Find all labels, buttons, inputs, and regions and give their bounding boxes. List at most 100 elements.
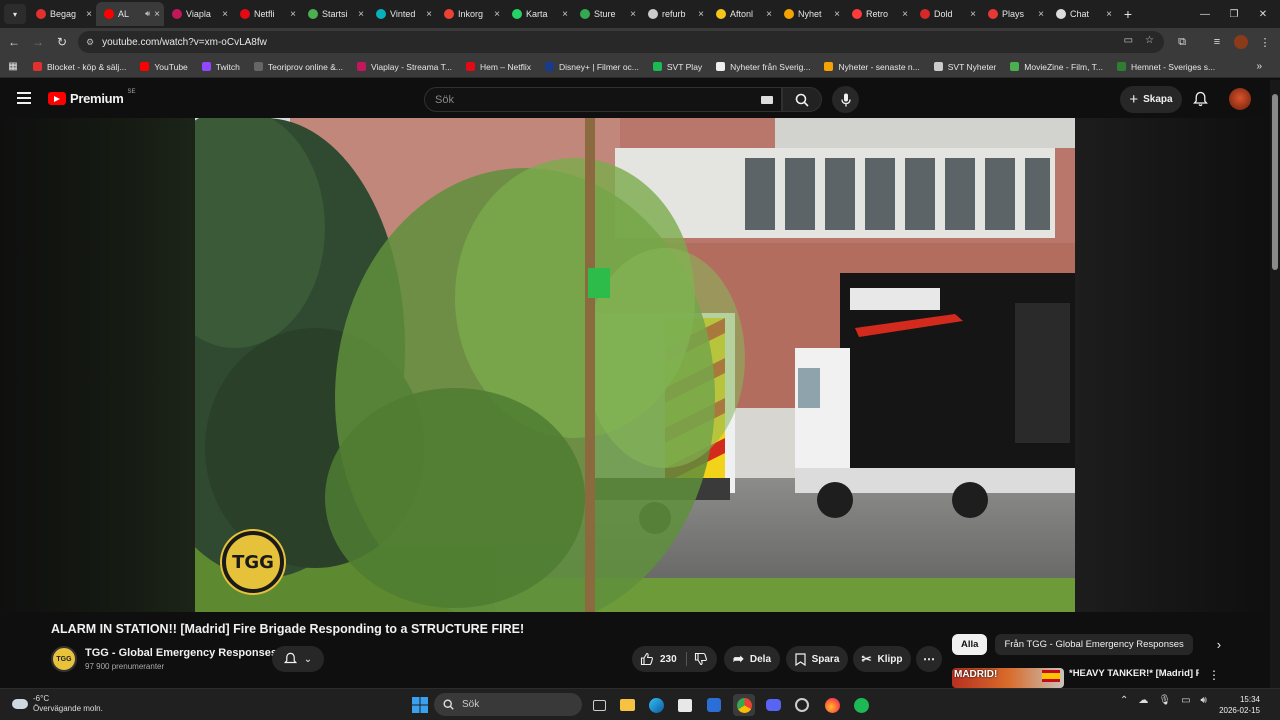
close-window-button[interactable]: ✕ — [1248, 0, 1278, 28]
steam-like-icon[interactable] — [791, 694, 813, 716]
dislike-button[interactable] — [694, 652, 708, 669]
browser-menu-icon[interactable]: ⋮ — [1253, 30, 1277, 54]
bookmark-item[interactable]: SVT Play — [646, 62, 709, 72]
browser-tab[interactable]: Viapla × — [164, 2, 232, 26]
close-tab-icon[interactable]: × — [290, 9, 296, 20]
apps-grid-icon[interactable]: ▦ — [0, 61, 26, 72]
bookmark-item[interactable]: YouTube — [133, 62, 194, 72]
cast-icon[interactable]: ▭ — [1124, 35, 1133, 46]
browser-tab[interactable]: Dold × — [912, 2, 980, 26]
chips-next-icon[interactable]: › — [1201, 634, 1221, 655]
close-tab-icon[interactable]: × — [222, 9, 228, 20]
browser-tab[interactable]: refurb × — [640, 2, 708, 26]
close-tab-icon[interactable]: × — [834, 9, 840, 20]
close-tab-icon[interactable]: × — [494, 9, 500, 20]
maximize-button[interactable]: ❐ — [1219, 0, 1249, 28]
tab-audio-icon[interactable]: 🔊︎ — [145, 9, 150, 19]
user-avatar[interactable] — [1229, 88, 1251, 110]
discord-icon[interactable] — [762, 694, 784, 716]
chip-all[interactable]: Alla — [952, 634, 988, 655]
spotify-icon[interactable] — [850, 694, 872, 716]
microphone-tray-icon[interactable]: 🎙︎ — [1158, 695, 1171, 706]
reload-button[interactable]: ↻ — [50, 30, 74, 54]
save-button[interactable]: Spara — [786, 646, 848, 672]
bookmark-item[interactable]: MovieZine - Film, T... — [1003, 62, 1110, 72]
browser-tab[interactable]: Sture × — [572, 2, 640, 26]
keyboard-icon[interactable] — [761, 96, 773, 104]
start-button[interactable] — [409, 694, 431, 716]
close-tab-icon[interactable]: × — [1038, 9, 1044, 20]
voice-search-button[interactable] — [832, 86, 859, 113]
share-button[interactable]: ➦ Dela — [724, 646, 780, 672]
bookmark-item[interactable]: Teoriprov online &... — [247, 62, 350, 72]
bookmark-item[interactable]: Hemnet - Sveriges s... — [1110, 62, 1222, 72]
network-icon[interactable]: ▭ — [1181, 695, 1190, 706]
recommended-video-title[interactable]: *HEAVY TANKER!* [Madrid] Firefighters Re… — [1069, 668, 1199, 679]
recommended-video-thumbnail[interactable]: MADRID! — [952, 668, 1064, 688]
app-icon[interactable] — [703, 694, 725, 716]
notifications-bell-icon[interactable] — [1193, 91, 1208, 112]
forward-button[interactable]: → — [26, 30, 50, 54]
bookmark-star-icon[interactable]: ☆ — [1145, 35, 1154, 46]
back-button[interactable]: ← — [2, 30, 26, 54]
bookmark-item[interactable]: Hem – Netflix — [459, 62, 538, 72]
channel-name[interactable]: TGG - Global Emergency Responses — [85, 647, 277, 659]
extensions-icon[interactable]: ⧉ — [1170, 30, 1194, 54]
browser-tab[interactable]: Chat × — [1048, 2, 1116, 26]
subscribed-notifications-button[interactable]: ⌄ — [272, 646, 324, 672]
page-scrollbar[interactable] — [1270, 80, 1280, 688]
close-tab-icon[interactable]: × — [86, 9, 92, 20]
edge-icon[interactable] — [645, 694, 667, 716]
store-icon[interactable] — [674, 694, 696, 716]
bookmark-item[interactable]: Twitch — [195, 62, 247, 72]
weather-widget[interactable]: -6°C Övervägande moln. — [12, 694, 103, 714]
close-tab-icon[interactable]: × — [1106, 9, 1112, 20]
browser-tab[interactable]: Netfli × — [232, 2, 300, 26]
search-button[interactable] — [782, 87, 822, 112]
recommended-more-icon[interactable]: ⋮ — [1208, 668, 1220, 682]
close-tab-icon[interactable]: × — [630, 9, 636, 20]
browser-tab[interactable]: Plays × — [980, 2, 1048, 26]
like-button[interactable]: 230 — [640, 652, 677, 666]
bookmark-item[interactable]: Nyheter - senaste n... — [817, 62, 926, 72]
bookmark-item[interactable]: Viaplay - Streama T... — [350, 62, 459, 72]
bookmark-item[interactable]: Disney+ | Filmer oc... — [538, 62, 646, 72]
new-tab-button[interactable]: + — [1116, 6, 1140, 22]
chip-from-channel[interactable]: Från TGG - Global Emergency Responses — [995, 634, 1193, 655]
browser-tab[interactable]: Retro × — [844, 2, 912, 26]
search-input[interactable]: Sök — [424, 87, 782, 112]
volume-icon[interactable]: 🔊︎ — [1201, 695, 1207, 706]
system-clock[interactable]: 15:34 2026-02-15 — [1219, 694, 1260, 716]
close-tab-icon[interactable]: × — [766, 9, 772, 20]
hamburger-menu-icon[interactable] — [17, 92, 31, 104]
onedrive-icon[interactable]: ☁ — [1138, 695, 1148, 706]
browser-tab[interactable]: Begag × — [28, 2, 96, 26]
chrome-icon[interactable] — [733, 694, 755, 716]
bookmark-item[interactable]: Blocket - köp & sälj... — [26, 62, 133, 72]
close-tab-icon[interactable]: × — [154, 9, 160, 20]
close-tab-icon[interactable]: × — [426, 9, 432, 20]
browser-tab[interactable]: Vinted × — [368, 2, 436, 26]
firefox-icon[interactable] — [821, 694, 843, 716]
tray-overflow-icon[interactable]: ⌃ — [1120, 695, 1128, 706]
media-controls-icon[interactable]: ≡ — [1205, 30, 1229, 54]
site-info-icon[interactable]: ⚙ — [86, 37, 94, 48]
browser-tab[interactable]: Karta × — [504, 2, 572, 26]
browser-tab[interactable]: AL 🔊︎ × — [96, 2, 164, 26]
browser-tab[interactable]: Nyhet × — [776, 2, 844, 26]
close-tab-icon[interactable]: × — [698, 9, 704, 20]
close-tab-icon[interactable]: × — [562, 9, 568, 20]
browser-tab[interactable]: Startsi × — [300, 2, 368, 26]
taskbar-search[interactable]: Sök — [434, 693, 582, 716]
page-scrollbar-thumb[interactable] — [1272, 94, 1278, 270]
close-tab-icon[interactable]: × — [358, 9, 364, 20]
address-bar[interactable]: ⚙ youtube.com/watch?v=xm-oCvLA8fw ▭ ☆ — [78, 31, 1164, 53]
minimize-button[interactable]: — — [1190, 0, 1220, 28]
tab-search-menu-icon[interactable]: ▾ — [4, 4, 26, 24]
create-button[interactable]: + Skapa — [1120, 86, 1182, 113]
bookmark-item[interactable]: Nyheter från Sverig... — [709, 62, 817, 72]
more-bookmarks-icon[interactable]: » — [1256, 61, 1262, 72]
close-tab-icon[interactable]: × — [970, 9, 976, 20]
bookmark-item[interactable]: SVT Nyheter — [927, 62, 1004, 72]
browser-tab[interactable]: Inkorg × — [436, 2, 504, 26]
